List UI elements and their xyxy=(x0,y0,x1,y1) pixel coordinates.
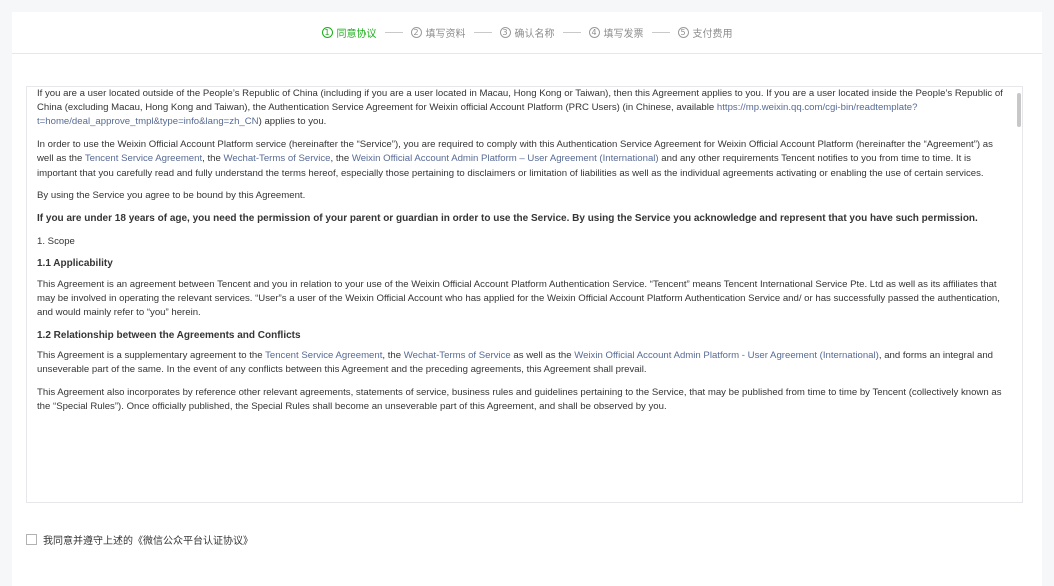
agreement-scroll-box[interactable]: If you are a user located outside of the… xyxy=(26,86,1023,503)
step-1: 1 同意协议 xyxy=(321,25,377,40)
wechat-terms-link[interactable]: Wechat-Terms of Service xyxy=(224,153,331,164)
agreement-text: If you are a user located outside of the… xyxy=(37,87,1009,423)
admin-platform-agreement-link[interactable]: Weixin Official Account Admin Platform -… xyxy=(574,350,879,361)
wechat-terms-link[interactable]: Wechat-Terms of Service xyxy=(404,350,511,361)
text: as well as the xyxy=(510,349,575,361)
section-heading: 1.2 Relationship between the Agreements … xyxy=(37,329,301,341)
admin-platform-agreement-link[interactable]: Weixin Official Account Admin Platform –… xyxy=(352,153,659,164)
step-label: 确认名称 xyxy=(514,29,555,40)
tencent-service-agreement-link[interactable]: Tencent Service Agreement xyxy=(85,153,202,164)
agreement-paragraph: If you are a user located outside of the… xyxy=(37,87,1009,130)
text: ) applies to you. xyxy=(258,116,327,128)
step-label: 同意协议 xyxy=(336,29,377,40)
agreement-scrollbar[interactable] xyxy=(1014,87,1022,502)
agree-checkbox[interactable] xyxy=(26,534,37,545)
text: , the xyxy=(382,349,404,361)
step-label: 填写发票 xyxy=(603,29,644,40)
step-number-circle: 3 xyxy=(499,27,511,38)
step-number-circle: 4 xyxy=(588,27,600,38)
step-separator xyxy=(473,32,492,33)
text: , the xyxy=(330,153,352,165)
step-2: 2 填写资料 xyxy=(410,25,466,40)
scrollbar-thumb[interactable] xyxy=(1017,93,1021,127)
step-label: 支付费用 xyxy=(692,29,733,40)
step-progress-bar: 1 同意协议 2 填写资料 3 确认名称 4 填写发票 5 支付费用 xyxy=(12,12,1042,54)
step-3: 3 确认名称 xyxy=(499,25,555,40)
step-number-circle: 2 xyxy=(410,27,422,38)
step-label: 填写资料 xyxy=(425,29,466,40)
step-5: 5 支付费用 xyxy=(677,25,733,40)
agreement-paragraph: This Agreement is a supplementary agreem… xyxy=(37,349,1009,377)
agreement-paragraph: By using the Service you agree to be bou… xyxy=(37,190,306,202)
age-notice: If you are under 18 years of age, you ne… xyxy=(37,212,978,224)
step-separator xyxy=(651,32,670,33)
step-number-circle: 1 xyxy=(321,27,333,38)
step-separator xyxy=(384,32,403,33)
step-4: 4 填写发票 xyxy=(588,25,644,40)
agree-row[interactable]: 我同意并遵守上述的《微信公众平台认证协议》 xyxy=(26,532,253,547)
section-heading-scope: 1. Scope xyxy=(37,235,75,247)
tencent-service-agreement-link[interactable]: Tencent Service Agreement xyxy=(265,350,382,361)
text: This Agreement is a supplementary agreem… xyxy=(37,349,266,361)
section-heading: 1.1 Applicability xyxy=(37,258,113,270)
agreement-paragraph: This Agreement also incorporates by refe… xyxy=(37,386,1002,412)
step-number-circle: 5 xyxy=(677,27,689,38)
agree-checkbox-label[interactable]: 我同意并遵守上述的《微信公众平台认证协议》 xyxy=(43,532,253,547)
agreement-paragraph: In order to use the Weixin Official Acco… xyxy=(37,138,1009,181)
agreement-paragraph: This Agreement is an agreement between T… xyxy=(37,278,1000,318)
step-separator xyxy=(562,32,581,33)
text: , the xyxy=(202,153,224,165)
